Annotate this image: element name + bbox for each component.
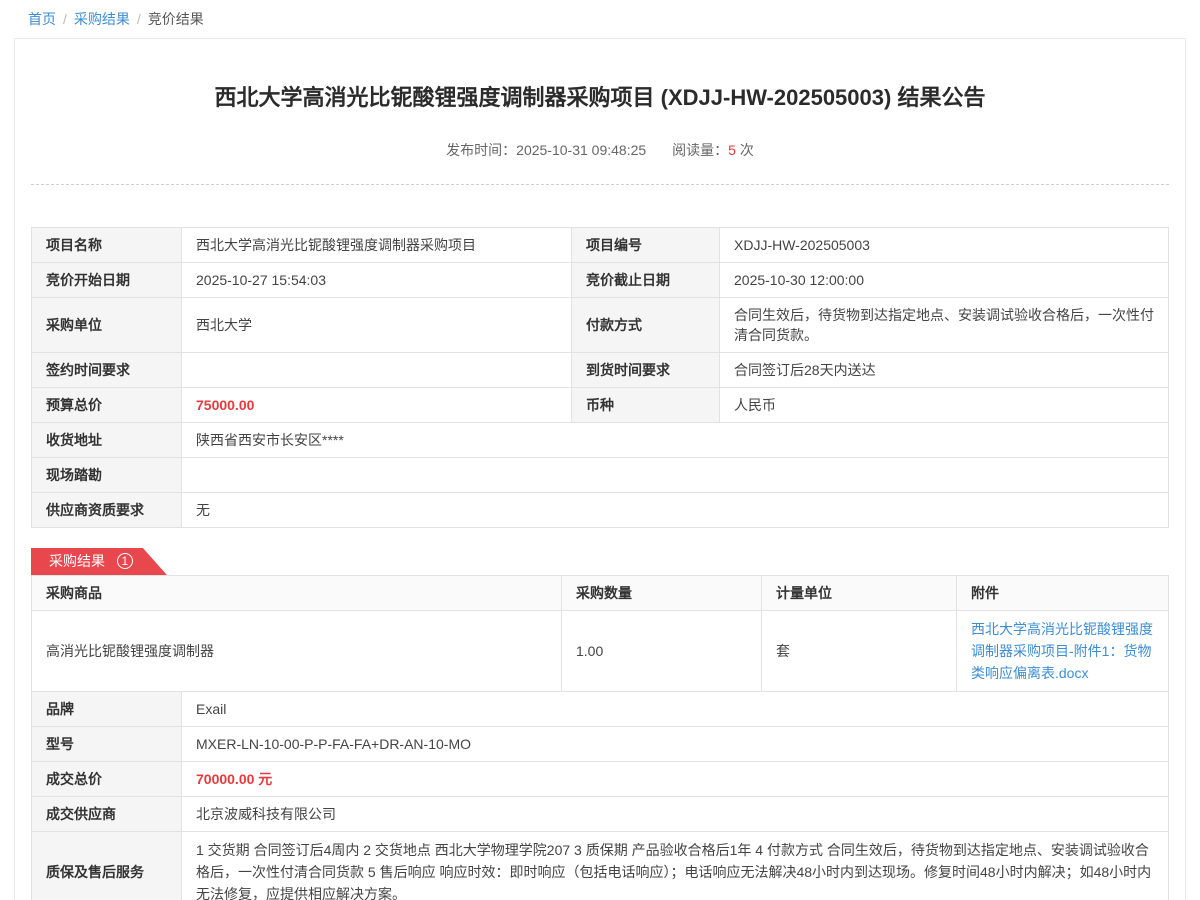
currency-value: 人民币 — [720, 388, 1169, 423]
views-label: 阅读量： — [672, 142, 728, 158]
project-code-label: 项目编号 — [572, 228, 720, 263]
article-meta: 发布时间：2025-10-31 09:48:25 阅读量：5 次 — [31, 140, 1169, 185]
model-label: 型号 — [32, 727, 182, 762]
table-row: 成交供应商 北京波威科技有限公司 — [32, 797, 1169, 832]
payment-value: 合同生效后，待货物到达指定地点、安装调试验收合格后，一次性付清合同货款。 — [720, 298, 1169, 353]
views-unit: 次 — [740, 142, 754, 158]
breadcrumb-separator: / — [137, 11, 141, 27]
warranty-label: 质保及售后服务 — [32, 832, 182, 900]
table-header-row: 采购商品 采购数量 计量单位 附件 — [32, 576, 1169, 611]
project-name-label: 项目名称 — [32, 228, 182, 263]
publish-time-label: 发布时间： — [446, 142, 516, 158]
brand-label: 品牌 — [32, 692, 182, 727]
purchaser-label: 采购单位 — [32, 298, 182, 353]
table-row: 签约时间要求 到货时间要求 合同签订后28天内送达 — [32, 353, 1169, 388]
table-row: 供应商资质要求 无 — [32, 493, 1169, 528]
site-survey-value — [182, 458, 1169, 493]
address-label: 收货地址 — [32, 423, 182, 458]
page-title: 西北大学高消光比铌酸锂强度调制器采购项目 (XDJJ-HW-202505003)… — [31, 83, 1169, 113]
attachment-link[interactable]: 西北大学高消光比铌酸锂强度调制器采购项目-附件1：货物类响应偏离表.docx — [971, 618, 1154, 684]
site-survey-label: 现场踏勘 — [32, 458, 182, 493]
model-value: MXER-LN-10-00-P-P-FA-FA+DR-AN-10-MO — [182, 727, 1169, 762]
purchase-result-count-badge: 1 — [117, 553, 133, 569]
project-name-value: 西北大学高消光比铌酸锂强度调制器采购项目 — [182, 228, 572, 263]
publish-time-value: 2025-10-31 09:48:25 — [516, 142, 646, 158]
table-row: 成交总价 70000.00 元 — [32, 762, 1169, 797]
warranty-value: 1 交货期 合同签订后4周内 2 交货地点 西北大学物理学院207 3 质保期 … — [182, 832, 1169, 900]
delivery-time-label: 到货时间要求 — [572, 353, 720, 388]
qualification-value: 无 — [182, 493, 1169, 528]
sign-time-label: 签约时间要求 — [32, 353, 182, 388]
purchase-result-tag: 采购结果 1 — [31, 548, 167, 575]
deal-price-value: 70000.00 元 — [182, 762, 1169, 797]
budget-value: 75000.00 — [182, 388, 572, 423]
table-row: 品牌 Exail — [32, 692, 1169, 727]
table-row: 预算总价 75000.00 币种 人民币 — [32, 388, 1169, 423]
table-row: 型号 MXER-LN-10-00-P-P-FA-FA+DR-AN-10-MO — [32, 727, 1169, 762]
table-row: 高消光比铌酸锂强度调制器 1.00 套 西北大学高消光比铌酸锂强度调制器采购项目… — [32, 611, 1169, 692]
deal-price-label: 成交总价 — [32, 762, 182, 797]
product-quantity: 1.00 — [562, 611, 762, 692]
purchaser-value: 西北大学 — [182, 298, 572, 353]
quantity-header: 采购数量 — [562, 576, 762, 611]
breadcrumb-separator: / — [63, 11, 67, 27]
breadcrumb: 首页 / 采购结果 / 竞价结果 — [0, 0, 1200, 29]
purchase-result-table: 采购商品 采购数量 计量单位 附件 高消光比铌酸锂强度调制器 1.00 套 西北… — [31, 575, 1169, 900]
table-row: 竞价开始日期 2025-10-27 15:54:03 竞价截止日期 2025-1… — [32, 263, 1169, 298]
supplier-label: 成交供应商 — [32, 797, 182, 832]
brand-value: Exail — [182, 692, 1169, 727]
project-info-table: 项目名称 西北大学高消光比铌酸锂强度调制器采购项目 项目编号 XDJJ-HW-2… — [31, 227, 1169, 528]
product-header: 采购商品 — [32, 576, 562, 611]
breadcrumb-home-link[interactable]: 首页 — [28, 11, 56, 27]
bid-end-label: 竞价截止日期 — [572, 263, 720, 298]
breadcrumb-section-link[interactable]: 采购结果 — [74, 11, 130, 27]
table-row: 现场踏勘 — [32, 458, 1169, 493]
table-row: 采购单位 西北大学 付款方式 合同生效后，待货物到达指定地点、安装调试验收合格后… — [32, 298, 1169, 353]
product-unit: 套 — [762, 611, 957, 692]
views-count: 5 — [728, 142, 736, 158]
purchase-result-tag-label: 采购结果 — [49, 553, 105, 569]
delivery-time-value: 合同签订后28天内送达 — [720, 353, 1169, 388]
project-code-value: XDJJ-HW-202505003 — [720, 228, 1169, 263]
sign-time-value — [182, 353, 572, 388]
table-row: 收货地址 陕西省西安市长安区**** — [32, 423, 1169, 458]
supplier-value: 北京波威科技有限公司 — [182, 797, 1169, 832]
attachment-header: 附件 — [957, 576, 1169, 611]
budget-label: 预算总价 — [32, 388, 182, 423]
unit-header: 计量单位 — [762, 576, 957, 611]
payment-label: 付款方式 — [572, 298, 720, 353]
product-name: 高消光比铌酸锂强度调制器 — [32, 611, 562, 692]
announcement-card: 西北大学高消光比铌酸锂强度调制器采购项目 (XDJJ-HW-202505003)… — [14, 38, 1186, 900]
qualification-label: 供应商资质要求 — [32, 493, 182, 528]
bid-end-value: 2025-10-30 12:00:00 — [720, 263, 1169, 298]
currency-label: 币种 — [572, 388, 720, 423]
breadcrumb-current: 竞价结果 — [148, 11, 204, 27]
bid-start-label: 竞价开始日期 — [32, 263, 182, 298]
bid-start-value: 2025-10-27 15:54:03 — [182, 263, 572, 298]
address-value: 陕西省西安市长安区**** — [182, 423, 1169, 458]
table-row: 质保及售后服务 1 交货期 合同签订后4周内 2 交货地点 西北大学物理学院20… — [32, 832, 1169, 900]
table-row: 项目名称 西北大学高消光比铌酸锂强度调制器采购项目 项目编号 XDJJ-HW-2… — [32, 228, 1169, 263]
